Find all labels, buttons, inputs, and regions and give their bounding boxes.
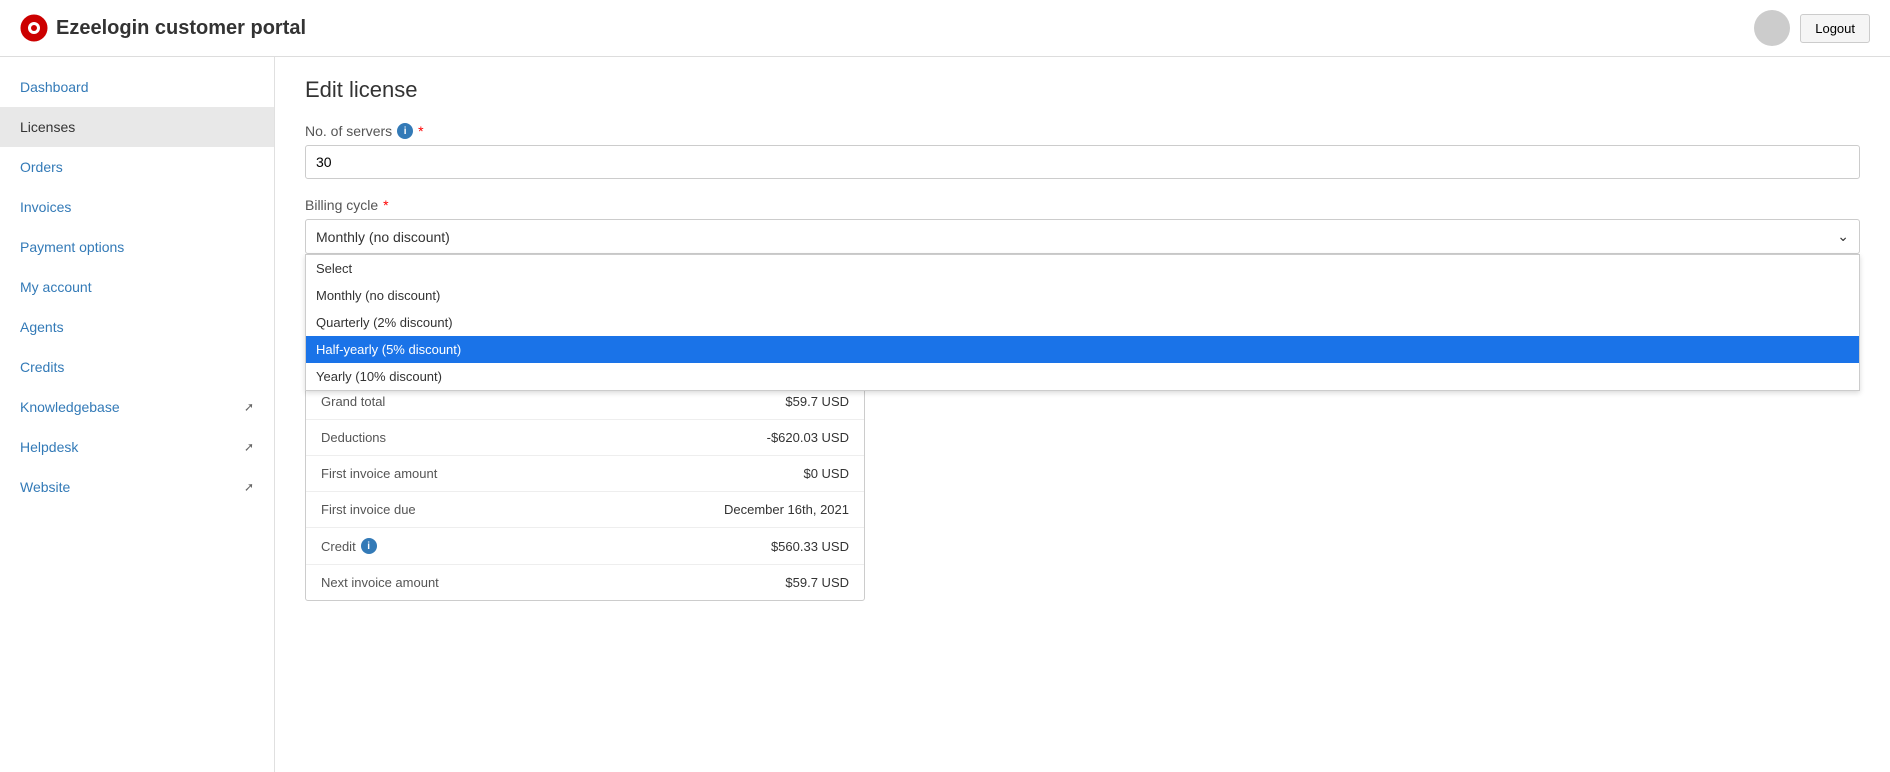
sidebar-item-helpdesk[interactable]: Helpdesk ➚ [0,427,274,467]
billing-cycle-container: Monthly (no discount) ⌄ Select Monthly (… [305,219,1860,254]
servers-field-group: No. of servers i * [305,123,1860,179]
external-link-icon: ➚ [244,440,254,454]
logout-button[interactable]: Logout [1800,14,1870,43]
price-row-first-invoice-amount: First invoice amount $0 USD [306,456,864,492]
credit-info-icon[interactable]: i [361,538,377,554]
billing-option-quarterly[interactable]: Quarterly (2% discount) [306,309,1859,336]
sidebar: Dashboard Licenses Orders Invoices Payme… [0,57,275,772]
billing-option-select[interactable]: Select [306,255,1859,282]
first-invoice-due-label: First invoice due [321,502,724,517]
first-invoice-amount-value: $0 USD [803,466,849,481]
billing-label: Billing cycle * [305,197,1860,213]
external-link-icon: ➚ [244,480,254,494]
header: Ezeelogin customer portal Logout [0,0,1890,57]
grand-total-label: Grand total [321,394,785,409]
logo-text: Ezeelogin customer portal [56,17,306,40]
servers-info-icon[interactable]: i [397,123,413,139]
sidebar-item-licenses[interactable]: Licenses [0,107,274,147]
page-title: Edit license [305,77,1860,103]
price-row-deductions: Deductions -$620.03 USD [306,420,864,456]
billing-field-group: Billing cycle * Monthly (no discount) ⌄ … [305,197,1860,254]
header-right: Logout [1754,10,1870,46]
price-row-next-invoice: Next invoice amount $59.7 USD [306,565,864,600]
sidebar-item-my-account[interactable]: My account [0,267,274,307]
logo: Ezeelogin customer portal [20,14,306,42]
billing-option-half-yearly[interactable]: Half-yearly (5% discount) [306,336,1859,363]
chevron-down-icon: ⌄ [1837,228,1849,245]
servers-input[interactable] [305,145,1860,179]
sidebar-item-agents[interactable]: Agents [0,307,274,347]
external-link-icon: ➚ [244,400,254,414]
deductions-value: -$620.03 USD [767,430,849,445]
next-invoice-label: Next invoice amount [321,575,785,590]
logo-icon [20,14,48,42]
layout: Dashboard Licenses Orders Invoices Payme… [0,57,1890,772]
main-content: Edit license No. of servers i * Billing … [275,57,1890,772]
billing-required: * [383,197,388,213]
first-invoice-amount-label: First invoice amount [321,466,803,481]
avatar [1754,10,1790,46]
sidebar-item-payment-options[interactable]: Payment options [0,227,274,267]
first-invoice-due-value: December 16th, 2021 [724,502,849,517]
sidebar-item-invoices[interactable]: Invoices [0,187,274,227]
price-row-first-invoice-due: First invoice due December 16th, 2021 [306,492,864,528]
servers-label: No. of servers i * [305,123,1860,139]
next-invoice-value: $59.7 USD [785,575,849,590]
sidebar-item-knowledgebase[interactable]: Knowledgebase ➚ [0,387,274,427]
credit-label: Credit i [321,538,771,554]
sidebar-item-dashboard[interactable]: Dashboard [0,67,274,107]
sidebar-item-website[interactable]: Website ➚ [0,467,274,507]
credit-value: $560.33 USD [771,539,849,554]
deductions-label: Deductions [321,430,767,445]
grand-total-value: $59.7 USD [785,394,849,409]
billing-cycle-select[interactable]: Monthly (no discount) ⌄ [305,219,1860,254]
billing-option-yearly[interactable]: Yearly (10% discount) [306,363,1859,390]
servers-required: * [418,123,423,139]
billing-dropdown-options: Select Monthly (no discount) Quarterly (… [305,254,1860,391]
price-row-credit: Credit i $560.33 USD [306,528,864,565]
sidebar-item-credits[interactable]: Credits [0,347,274,387]
sidebar-item-orders[interactable]: Orders [0,147,274,187]
billing-option-monthly[interactable]: Monthly (no discount) [306,282,1859,309]
